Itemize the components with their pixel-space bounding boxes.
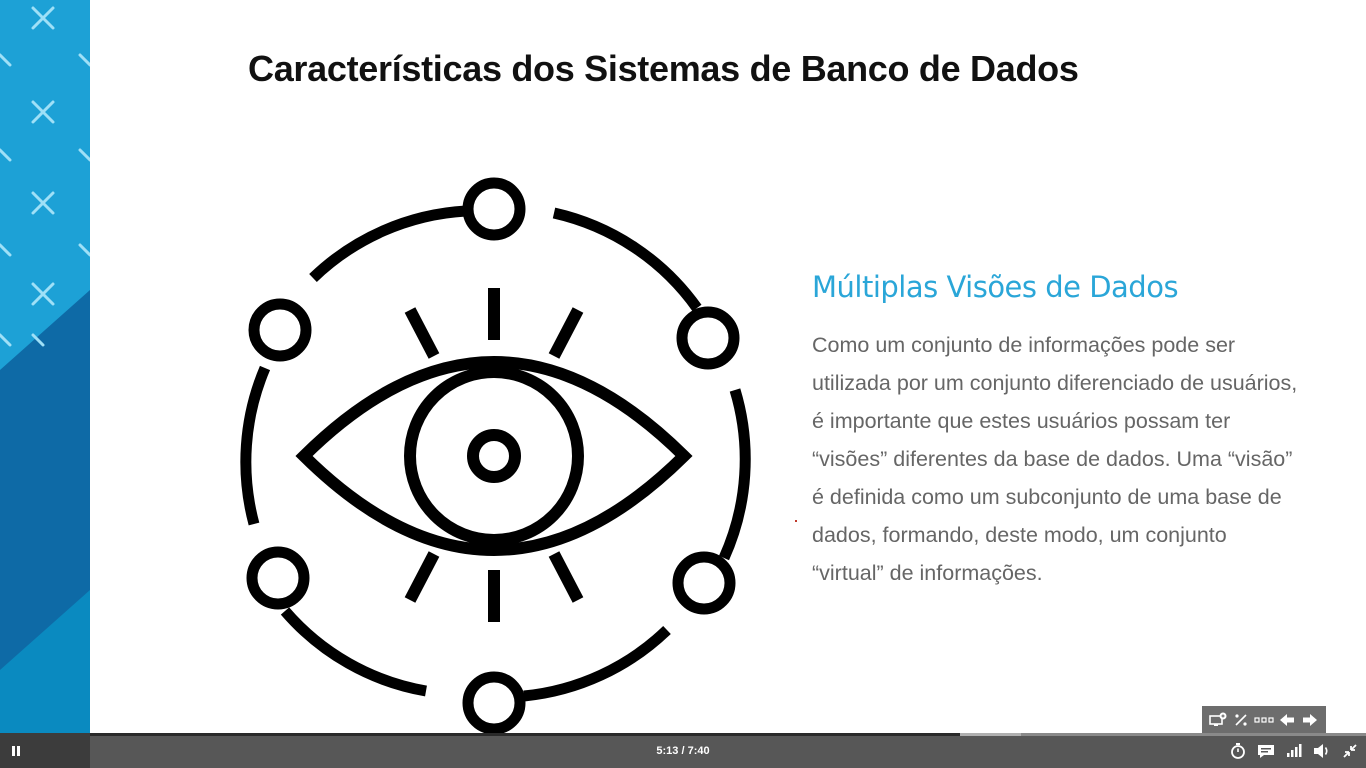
next-arrow-icon[interactable]: [1300, 710, 1320, 730]
screen-capture-icon[interactable]: [1208, 710, 1228, 730]
slide-title: Características dos Sistemas de Banco de…: [248, 48, 1079, 89]
slide-stage: Características dos Sistemas de Banco de…: [0, 0, 1366, 733]
exit-fullscreen-icon[interactable]: [1340, 742, 1360, 760]
quality-icon[interactable]: [1284, 742, 1304, 760]
cursor-dot: [795, 520, 797, 522]
previous-arrow-icon[interactable]: [1277, 710, 1297, 730]
timer-icon[interactable]: [1228, 742, 1248, 760]
slide-side-decoration: [0, 0, 90, 733]
slide-overlay-toolbar: [1202, 706, 1326, 733]
time-display: 5:13 / 7:40: [656, 745, 710, 757]
section-heading: Múltiplas Visões de Dados: [812, 270, 1179, 304]
volume-icon[interactable]: [1312, 742, 1332, 760]
progress-buffered: [960, 733, 1021, 736]
eye-network-icon: [240, 177, 751, 733]
progress-played: [90, 733, 960, 736]
section-body-text: Como um conjunto de informações pode ser…: [812, 333, 1298, 585]
percent-icon[interactable]: [1231, 710, 1251, 730]
captions-icon[interactable]: [1256, 742, 1276, 760]
more-dots-icon[interactable]: [1254, 710, 1274, 730]
